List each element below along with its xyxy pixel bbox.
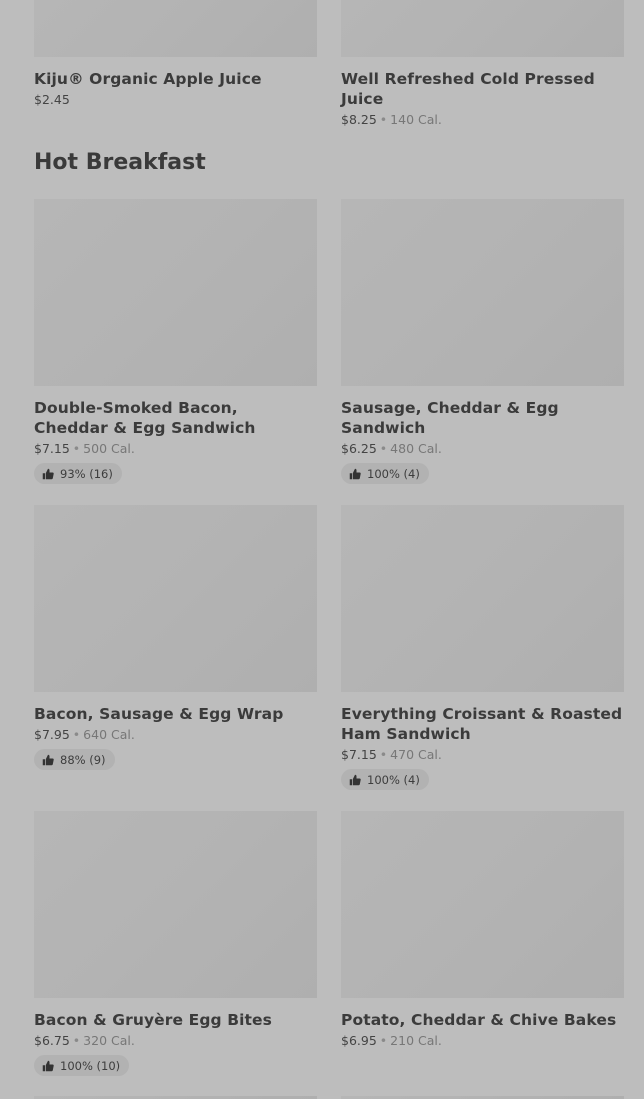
rating-text: 100% (4) bbox=[367, 466, 420, 481]
item-image[interactable] bbox=[34, 811, 317, 998]
thumbs-up-icon bbox=[42, 1060, 54, 1071]
item-calories: 640 Cal. bbox=[83, 727, 135, 742]
item-image[interactable] bbox=[341, 811, 624, 998]
item-image[interactable] bbox=[341, 0, 624, 57]
item-meta: $2.45 bbox=[34, 92, 317, 108]
separator-dot: • bbox=[379, 1033, 388, 1048]
separator-dot: • bbox=[379, 441, 388, 456]
rating-badge: 100% (10) bbox=[34, 1055, 130, 1076]
thumbs-up-icon bbox=[349, 468, 361, 479]
item-price: $6.25 bbox=[341, 441, 377, 456]
rating-text: 93% (16) bbox=[60, 466, 113, 481]
section-title: Hot Breakfast bbox=[34, 150, 206, 175]
item-calories: 470 Cal. bbox=[390, 747, 442, 762]
item-name[interactable]: Bacon, Sausage & Egg Wrap bbox=[34, 704, 317, 724]
menu-item-card[interactable]: Potato, Cheddar & Chive Bakes $6.95 • 210 … bbox=[341, 811, 624, 1076]
rating-badge: 100% (4) bbox=[341, 769, 429, 790]
rating-text: 88% (9) bbox=[60, 752, 106, 767]
item-name[interactable]: Bacon & Gruyère Egg Bites bbox=[34, 1010, 317, 1030]
rating-badge: 93% (16) bbox=[34, 463, 122, 484]
thumbs-up-icon bbox=[42, 468, 54, 479]
item-image[interactable] bbox=[341, 199, 624, 386]
menu-item-card[interactable]: Well Refreshed Cold Pressed Juice $8.25 •… bbox=[341, 0, 624, 128]
separator-dot: • bbox=[379, 112, 388, 127]
separator-dot: • bbox=[72, 1033, 81, 1048]
items-row: Double-Smoked Bacon, Cheddar & Egg Sandw… bbox=[34, 199, 644, 484]
item-price: $8.25 bbox=[341, 112, 377, 127]
rating-badge: 88% (9) bbox=[34, 749, 115, 770]
item-price: $7.15 bbox=[341, 747, 377, 762]
item-meta: $7.15 • 500 Cal. bbox=[34, 441, 317, 457]
thumbs-up-icon bbox=[42, 754, 54, 765]
item-image[interactable] bbox=[341, 505, 624, 692]
rating-text: 100% (10) bbox=[60, 1058, 121, 1073]
menu-item-card[interactable]: Bacon, Sausage & Egg Wrap $7.95 • 640 Cal.… bbox=[34, 505, 317, 790]
item-name[interactable]: Everything Croissant & Roasted Ham Sandw… bbox=[341, 704, 624, 744]
item-name[interactable]: Potato, Cheddar & Chive Bakes bbox=[341, 1010, 624, 1030]
rating-badge: 100% (4) bbox=[341, 463, 429, 484]
menu-item-card[interactable]: Double-Smoked Bacon, Cheddar & Egg Sandw… bbox=[34, 199, 317, 484]
menu-item-card[interactable]: Kiju® Organic Apple Juice $2.45 bbox=[34, 0, 317, 128]
item-calories: 320 Cal. bbox=[83, 1033, 135, 1048]
separator-dot: • bbox=[72, 727, 81, 742]
top-items-grid: Kiju® Organic Apple Juice $2.45 Well Ref… bbox=[34, 0, 644, 128]
item-name[interactable]: Sausage, Cheddar & Egg Sandwich bbox=[341, 398, 624, 438]
item-calories: 210 Cal. bbox=[390, 1033, 442, 1048]
item-calories: 140 Cal. bbox=[390, 112, 442, 127]
item-price: $7.15 bbox=[34, 441, 70, 456]
item-meta: $6.75 • 320 Cal. bbox=[34, 1033, 317, 1049]
thumbs-up-icon bbox=[349, 774, 361, 785]
separator-dot: • bbox=[72, 441, 81, 456]
menu-item-card[interactable]: Sausage, Cheddar & Egg Sandwich $6.25 • 48… bbox=[341, 199, 624, 484]
item-price: $7.95 bbox=[34, 727, 70, 742]
item-name[interactable]: Double-Smoked Bacon, Cheddar & Egg Sandw… bbox=[34, 398, 317, 438]
item-calories: 480 Cal. bbox=[390, 441, 442, 456]
separator-dot: • bbox=[379, 747, 388, 762]
item-price: $6.95 bbox=[341, 1033, 377, 1048]
items-row: Bacon & Gruyère Egg Bites $6.75 • 320 Cal.… bbox=[34, 811, 644, 1076]
item-meta: $8.25 • 140 Cal. bbox=[341, 112, 624, 128]
items-row: Bacon, Sausage & Egg Wrap $7.95 • 640 Cal.… bbox=[34, 505, 644, 790]
item-meta: $6.25 • 480 Cal. bbox=[341, 441, 624, 457]
item-image[interactable] bbox=[34, 505, 317, 692]
item-name[interactable]: Kiju® Organic Apple Juice bbox=[34, 69, 317, 89]
item-image[interactable] bbox=[34, 0, 317, 57]
item-meta: $7.95 • 640 Cal. bbox=[34, 727, 317, 743]
item-meta: $6.95 • 210 Cal. bbox=[341, 1033, 624, 1049]
item-name[interactable]: Well Refreshed Cold Pressed Juice bbox=[341, 69, 624, 109]
item-price: $2.45 bbox=[34, 92, 70, 107]
menu-item-card[interactable]: Bacon & Gruyère Egg Bites $6.75 • 320 Cal.… bbox=[34, 811, 317, 1076]
menu-item-card[interactable]: Everything Croissant & Roasted Ham Sandw… bbox=[341, 505, 624, 790]
item-price: $6.75 bbox=[34, 1033, 70, 1048]
rating-text: 100% (4) bbox=[367, 772, 420, 787]
item-meta: $7.15 • 470 Cal. bbox=[341, 747, 624, 763]
item-image[interactable] bbox=[34, 199, 317, 386]
item-calories: 500 Cal. bbox=[83, 441, 135, 456]
